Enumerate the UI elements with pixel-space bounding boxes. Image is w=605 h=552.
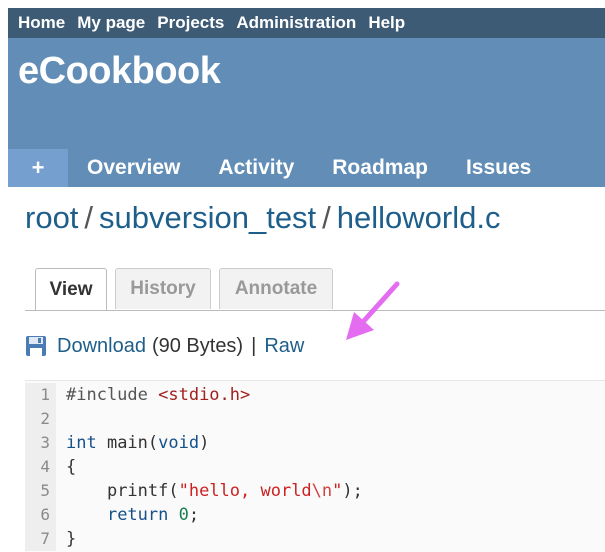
code-line: 6 return 0; — [25, 503, 605, 527]
code-line: 3 int main(void) — [25, 431, 605, 455]
code-token: { — [66, 457, 77, 477]
breadcrumb-file[interactable]: helloworld.c — [337, 200, 501, 235]
link-separator: | — [251, 334, 257, 357]
disk-icon — [26, 336, 46, 356]
code-text: #include <stdio.h> — [66, 383, 250, 407]
code-token: " — [332, 481, 343, 501]
code-line: 4 { — [25, 455, 605, 479]
line-number: 5 — [25, 479, 56, 503]
file-tabs: View History Annotate — [25, 268, 605, 311]
code-token: <stdio.h> — [158, 385, 251, 405]
code-token: int — [66, 433, 97, 453]
line-number: 2 — [25, 407, 56, 431]
code-token: ; — [188, 505, 200, 525]
line-number: 7 — [25, 527, 56, 551]
main-menu: + Overview Activity Roadmap Issues — [8, 149, 605, 187]
code-text: int main(void) — [66, 431, 209, 455]
breadcrumb-separator: / — [322, 200, 331, 235]
code-token: ); — [342, 481, 363, 501]
code-line: 7 } — [25, 527, 605, 551]
line-number: 3 — [25, 431, 56, 455]
code-token: void — [158, 433, 200, 453]
code-token: "hello, world — [178, 481, 312, 501]
code-text: { — [66, 455, 76, 479]
breadcrumb-repository[interactable]: subversion_test — [99, 200, 316, 235]
breadcrumb-separator: / — [84, 200, 94, 235]
tab-overview[interactable]: Overview — [68, 149, 199, 187]
code-line: 5 printf("hello, world\n"); — [25, 479, 605, 503]
line-number: 6 — [25, 503, 56, 527]
code-token: return — [106, 505, 169, 525]
code-text: printf("hello, world\n"); — [66, 479, 363, 503]
tab-issues[interactable]: Issues — [447, 149, 550, 187]
breadcrumb-root[interactable]: root — [25, 200, 78, 235]
top-menu-home[interactable]: Home — [18, 13, 65, 33]
tab-history[interactable]: History — [115, 268, 211, 309]
tab-view[interactable]: View — [35, 268, 107, 310]
top-menu-administration[interactable]: Administration — [236, 13, 356, 33]
top-menu-my-page[interactable]: My page — [77, 13, 145, 33]
code-token: printf( — [106, 481, 179, 501]
code-token: main( — [96, 433, 159, 453]
line-number: 1 — [25, 383, 56, 407]
code-line: 2 — [25, 407, 605, 431]
code-token: 0 — [178, 505, 189, 525]
tab-annotate[interactable]: Annotate — [219, 268, 333, 309]
project-title[interactable]: eCookbook — [18, 50, 221, 93]
breadcrumb: root / subversion_test / helloworld.c — [25, 200, 501, 236]
arrow-annotation — [346, 281, 400, 340]
code-token: \n — [311, 481, 333, 501]
top-menu: Home My page Projects Administration Hel… — [8, 8, 605, 38]
top-menu-help[interactable]: Help — [368, 13, 405, 33]
tab-roadmap[interactable]: Roadmap — [313, 149, 447, 187]
code-line: 1 #include <stdio.h> — [25, 383, 605, 407]
file-size: (90 Bytes) — [151, 334, 244, 357]
code-token: #include — [66, 385, 159, 405]
line-number: 4 — [25, 455, 56, 479]
code-token: ) — [199, 433, 210, 453]
code-text: return 0; — [66, 503, 199, 527]
code-text: } — [66, 527, 76, 551]
code-view: 1 #include <stdio.h> 2 3 int main(void) … — [25, 380, 605, 552]
download-line: Download (90 Bytes) | Raw — [25, 332, 304, 360]
raw-link[interactable]: Raw — [264, 335, 304, 358]
tab-activity[interactable]: Activity — [199, 149, 313, 187]
code-token: } — [66, 529, 77, 549]
top-menu-projects[interactable]: Projects — [157, 13, 224, 33]
download-link[interactable]: Download — [57, 335, 146, 358]
new-object-button[interactable]: + — [8, 149, 68, 187]
